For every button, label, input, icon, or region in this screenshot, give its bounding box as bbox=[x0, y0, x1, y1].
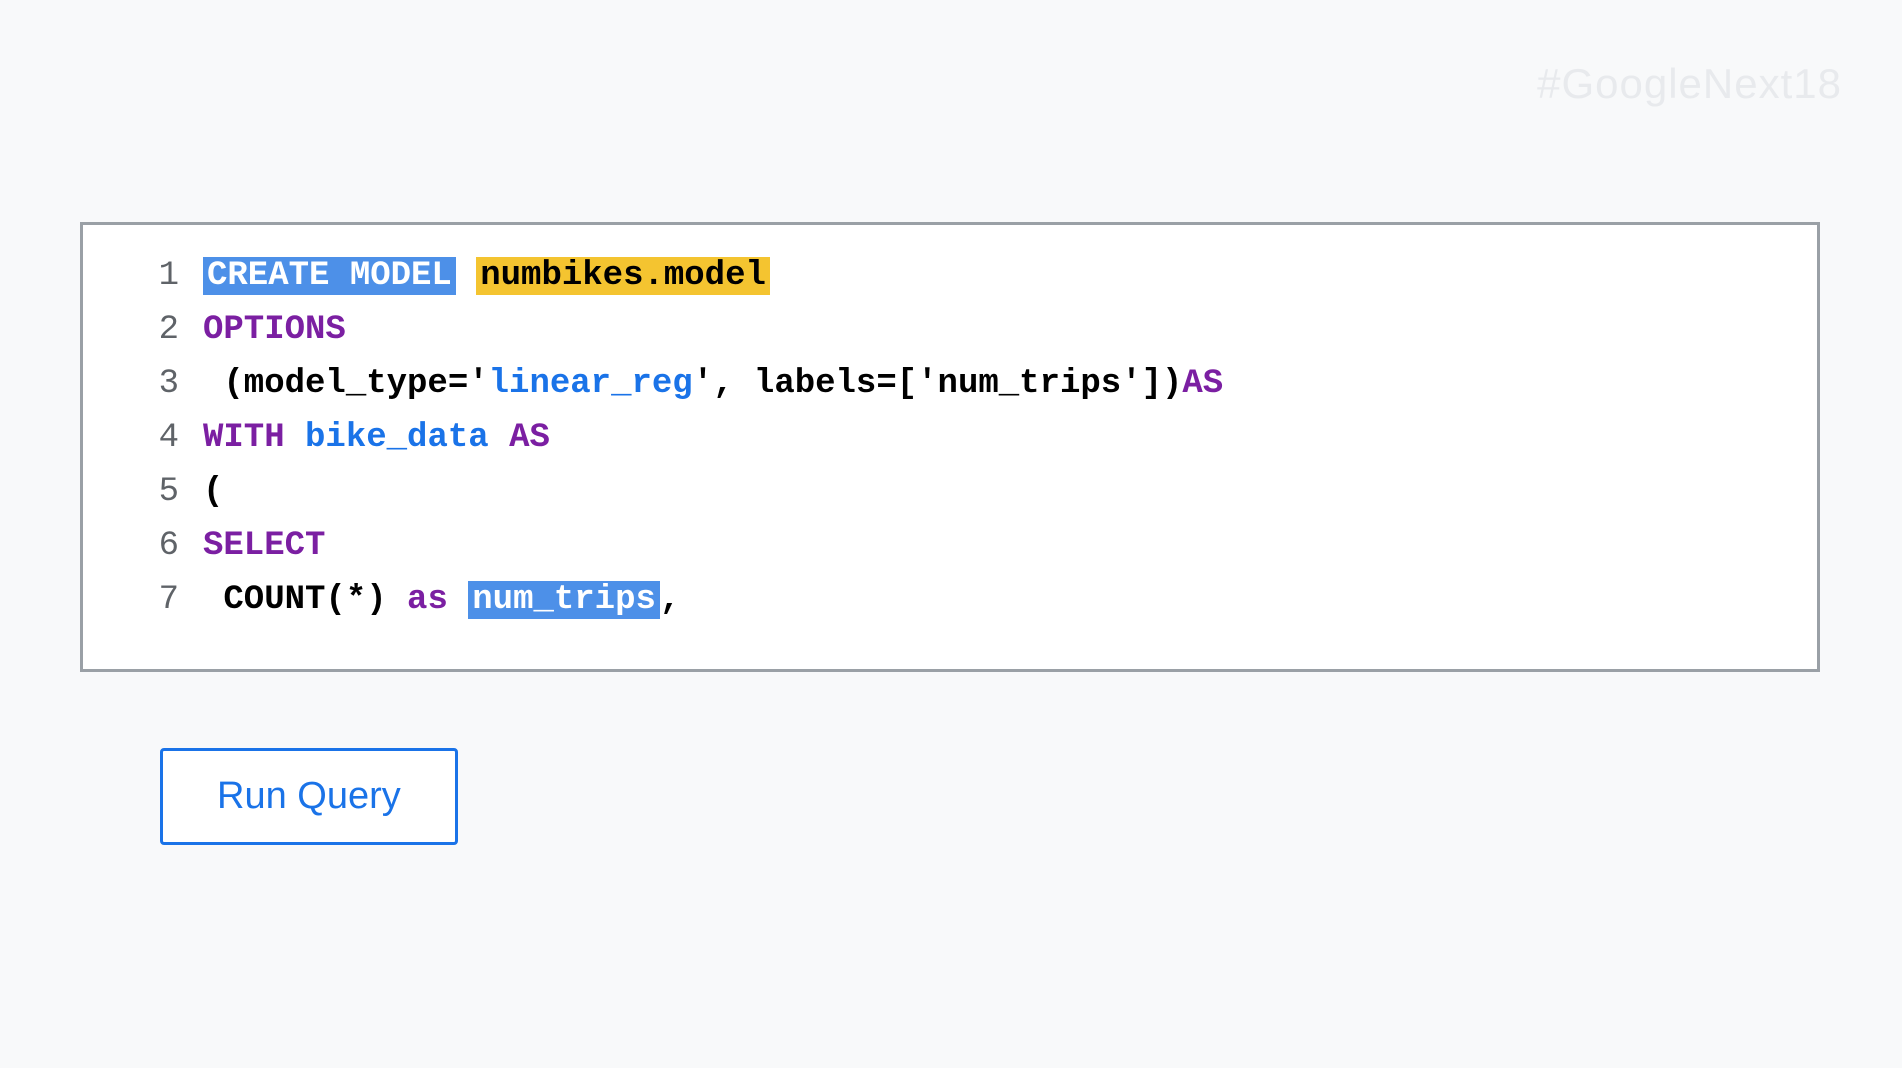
code-text: ', labels=[' bbox=[693, 365, 938, 403]
line-number: 6 bbox=[83, 527, 203, 565]
code-line-1: 1 CREATE MODEL numbikes.model bbox=[83, 249, 1817, 303]
count-func: COUNT(*) bbox=[203, 581, 407, 619]
watermark-text: #GoogleNext18 bbox=[1537, 60, 1842, 108]
create-model-keyword: CREATE MODEL bbox=[203, 257, 456, 295]
line-number: 2 bbox=[83, 311, 203, 349]
as-keyword: as bbox=[407, 581, 448, 619]
num-trips-alias: num_trips bbox=[468, 581, 660, 619]
label-value: num_trips bbox=[938, 365, 1122, 403]
model-name: numbikes.model bbox=[476, 257, 770, 295]
as-keyword: AS bbox=[509, 419, 550, 457]
line-number: 5 bbox=[83, 473, 203, 511]
run-query-button[interactable]: Run Query bbox=[160, 748, 458, 845]
line-number: 4 bbox=[83, 419, 203, 457]
as-keyword: AS bbox=[1182, 365, 1223, 403]
model-type-value: linear_reg bbox=[489, 365, 693, 403]
line-number: 7 bbox=[83, 581, 203, 619]
comma: , bbox=[660, 581, 680, 619]
code-line-5: 5 ( bbox=[83, 465, 1817, 519]
code-line-4: 4 WITH bike_data AS bbox=[83, 411, 1817, 465]
code-text: (model_type=' bbox=[203, 365, 489, 403]
code-line-7: 7 COUNT(*) as num_trips , bbox=[83, 573, 1817, 627]
code-line-3: 3 (model_type=' linear_reg ', labels=[' … bbox=[83, 357, 1817, 411]
sql-editor[interactable]: 1 CREATE MODEL numbikes.model 2 OPTIONS … bbox=[80, 222, 1820, 672]
code-text: ']) bbox=[1121, 365, 1182, 403]
select-keyword: SELECT bbox=[203, 527, 325, 565]
line-number: 1 bbox=[83, 257, 203, 295]
line-number: 3 bbox=[83, 365, 203, 403]
cte-name: bike_data bbox=[305, 419, 489, 457]
options-keyword: OPTIONS bbox=[203, 311, 346, 349]
with-keyword: WITH bbox=[203, 419, 285, 457]
code-line-6: 6 SELECT bbox=[83, 519, 1817, 573]
code-line-2: 2 OPTIONS bbox=[83, 303, 1817, 357]
paren: ( bbox=[203, 473, 223, 511]
